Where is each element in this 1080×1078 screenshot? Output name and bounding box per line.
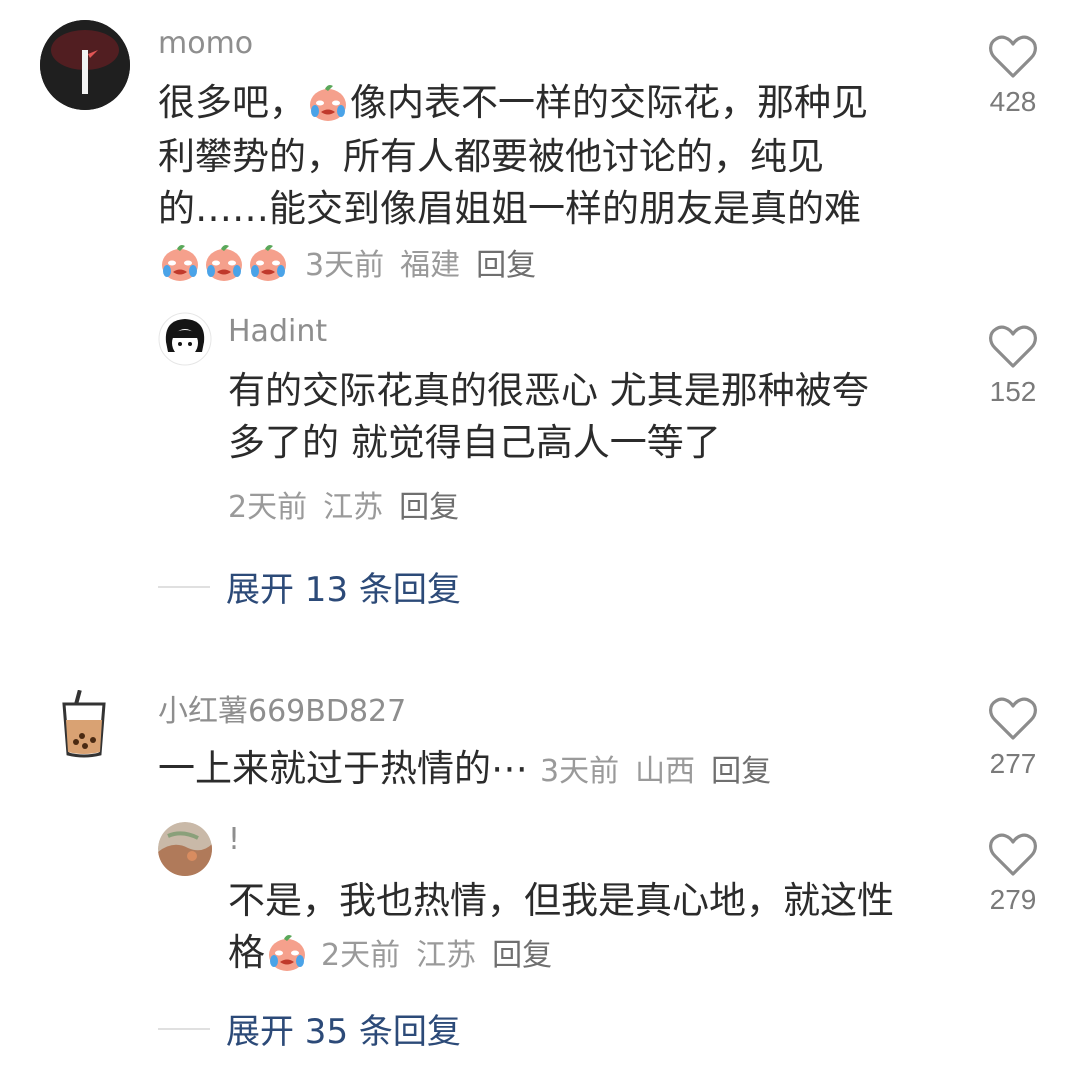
comment-meta: 3天前 福建 回复 <box>158 240 552 284</box>
reply-button[interactable]: 回复 <box>711 754 771 789</box>
reply-meta: 2天前 江苏 回复 <box>228 482 475 526</box>
expand-replies-link[interactable]: 展开 13 条回复 <box>158 562 461 611</box>
avatar[interactable] <box>158 312 212 366</box>
reply-text: 格 2天前 江苏 回复 <box>228 926 568 983</box>
expand-replies-label: 展开 13 条回复 <box>226 570 461 610</box>
reply-meta: 2天前 江苏 回复 <box>321 938 568 973</box>
comment-text-line: 的……能交到像眉姐姐一样的朋友是真的难 <box>158 187 861 230</box>
avatar[interactable] <box>40 20 130 110</box>
like-button[interactable]: 428 <box>968 34 1058 118</box>
comment-time: 3天前 <box>305 248 385 283</box>
like-count: 277 <box>989 748 1037 779</box>
comment-text: 一上来就过于热情的⋯ 3天前 山西 回复 <box>158 742 787 799</box>
crying-peach-emoji-icon <box>266 931 308 973</box>
reply-time: 2天前 <box>321 938 401 973</box>
crying-peach-emoji-icon <box>247 241 289 283</box>
reply-button[interactable]: 回复 <box>492 938 552 973</box>
reply-time: 2天前 <box>228 490 308 525</box>
username[interactable]: momo <box>158 26 253 61</box>
avatar[interactable] <box>158 822 212 876</box>
heart-outline-icon <box>988 696 1038 742</box>
like-button[interactable]: 277 <box>968 696 1058 780</box>
like-button[interactable]: 152 <box>968 324 1058 408</box>
expand-replies-link[interactable]: 展开 35 条回复 <box>158 1004 461 1053</box>
reply-text-line: 不是，我也热情，但我是真心地，就这性 <box>228 879 894 922</box>
reply-location: 江苏 <box>323 490 384 525</box>
like-button[interactable]: 279 <box>968 832 1058 916</box>
comment-text-line: 利攀势的，所有人都要被他讨论的，纯见 <box>158 135 824 178</box>
divider <box>158 1027 210 1030</box>
reply-text-line: 有的交际花真的很恶心 尤其是那种被夸 <box>228 369 869 412</box>
heart-outline-icon <box>988 324 1038 370</box>
crying-peach-emoji-icon <box>203 241 245 283</box>
reply-text-line: 格 <box>228 931 265 974</box>
username[interactable]: 小红薯669BD827 <box>158 686 406 730</box>
reply-button[interactable]: 回复 <box>399 490 459 525</box>
heart-outline-icon <box>988 832 1038 878</box>
crying-peach-emoji-icon <box>159 241 201 283</box>
like-count: 152 <box>989 376 1037 407</box>
comment-text-line: 一上来就过于热情的⋯ <box>158 747 528 790</box>
crying-peach-emoji-icon <box>307 81 349 123</box>
reply-button[interactable]: 回复 <box>476 248 536 283</box>
reply-location: 江苏 <box>416 938 477 973</box>
comment-time: 3天前 <box>540 754 620 789</box>
comment-text-line: 很多吧， <box>158 81 306 124</box>
like-count: 279 <box>989 884 1037 915</box>
divider <box>158 585 210 588</box>
username[interactable]: Hadint <box>228 314 327 349</box>
heart-outline-icon <box>988 34 1038 80</box>
comment-location: 福建 <box>400 248 461 283</box>
avatar[interactable] <box>54 690 114 760</box>
username[interactable]: ! <box>228 822 240 857</box>
expand-replies-label: 展开 35 条回复 <box>226 1012 461 1052</box>
reply-text-line: 多了的 就觉得自己高人一等了 <box>228 421 721 464</box>
comment-text: 很多吧， 像内表不一样的交际花，那种见 <box>158 76 868 130</box>
comment-text-line: 像内表不一样的交际花，那种见 <box>350 81 868 124</box>
comment-location: 山西 <box>635 754 696 789</box>
comment-meta: 3天前 山西 回复 <box>540 754 787 789</box>
like-count: 428 <box>989 86 1037 117</box>
